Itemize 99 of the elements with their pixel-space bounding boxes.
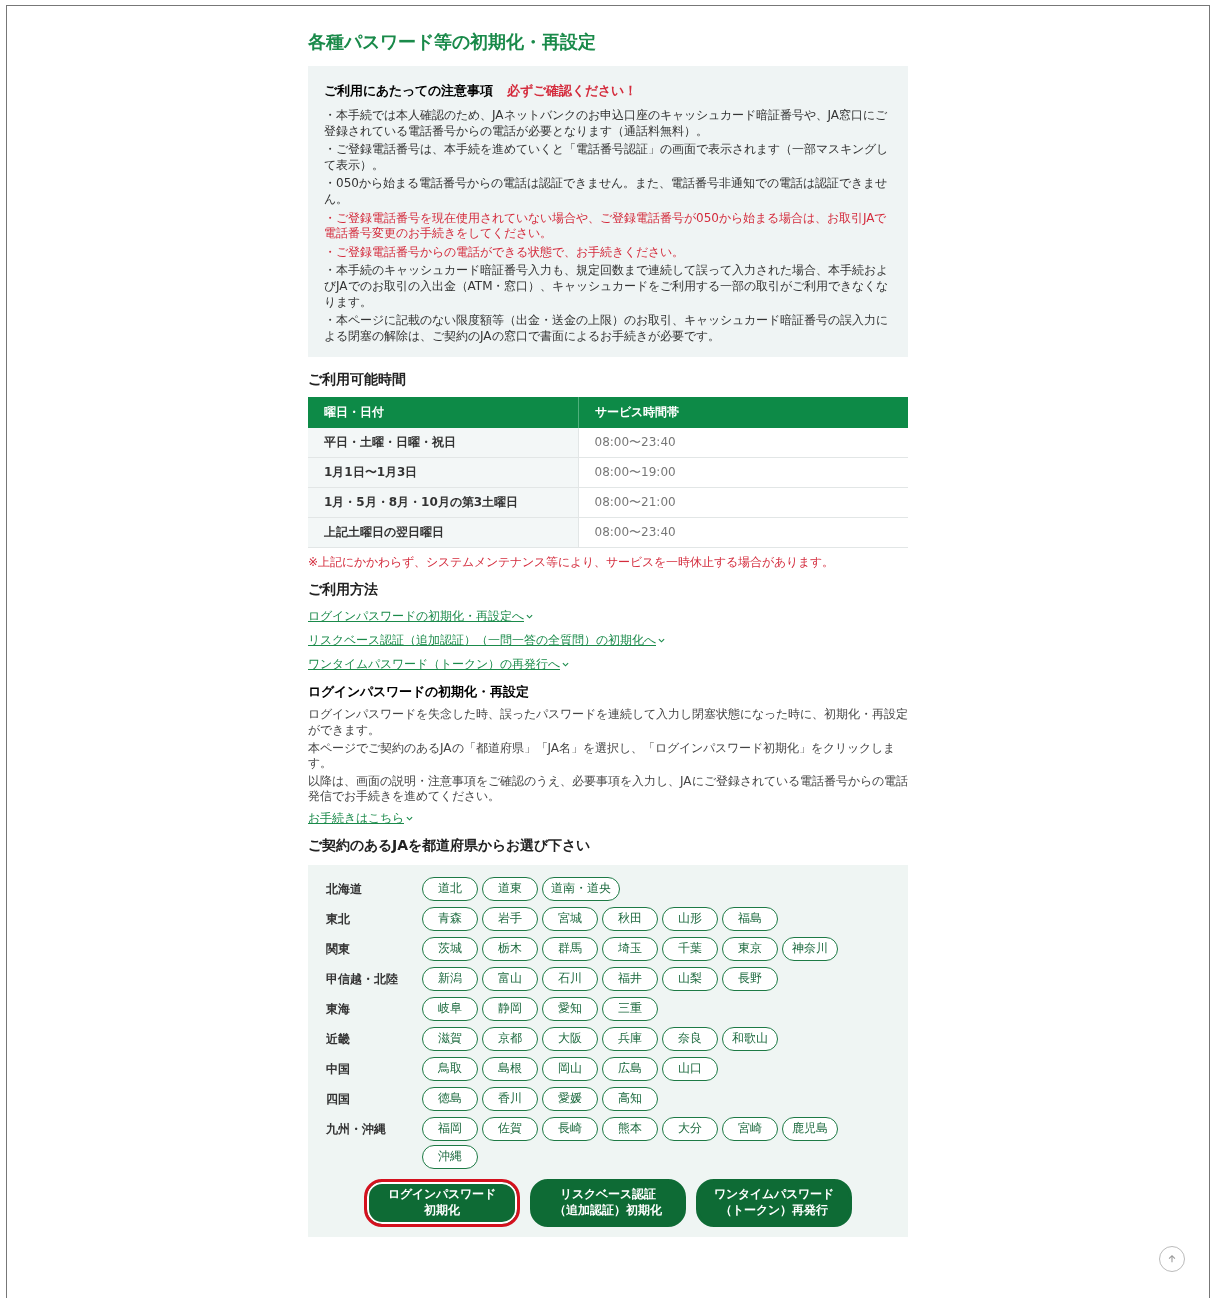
prefecture-button[interactable]: 島根 (482, 1056, 538, 1081)
table-cell: 1月・5月・8月・10月の第3土曜日 (308, 487, 578, 518)
notice-item: ・本手続では本人確認のため、JAネットバンクのお申込口座のキャッシュカード暗証番号や、JA窓口にご登録されている電話番号からの電話が必要となります（通話料無料）。 (324, 108, 889, 140)
prefecture-button[interactable]: 大分 (662, 1116, 718, 1141)
chevron-down-icon (526, 613, 533, 621)
prefecture-button[interactable]: 三重 (602, 996, 658, 1021)
notice-item: ・本ページに記載のない限度額等（出金・送金の上限）のお取引、キャッシュカード暗証番号の誤入力による閉塞の解除は、ご契約のJAの窓口で書面によるお手続きが必要です。 (324, 313, 889, 345)
arrow-up-icon (1167, 1254, 1177, 1264)
region-label: 東海 (326, 1000, 351, 1018)
prefecture-button[interactable]: 千葉 (662, 936, 718, 961)
page-title: 各種パスワード等の初期化・再設定 (308, 30, 597, 54)
region-label: 東北 (326, 910, 351, 928)
scroll-top-button[interactable] (1159, 1246, 1185, 1272)
prefecture-button[interactable]: 神奈川 (782, 936, 838, 961)
prefecture-button[interactable]: 兵庫 (602, 1026, 658, 1051)
chevron-down-icon (406, 814, 413, 822)
region-label: 近畿 (326, 1030, 351, 1048)
region-label: 四国 (326, 1090, 351, 1108)
action-button[interactable]: リスクベース認証 （追加認証）初期化 (530, 1178, 686, 1227)
prefecture-button[interactable]: 富山 (482, 966, 538, 991)
prefecture-button[interactable]: 茨城 (422, 936, 478, 961)
action-button[interactable]: ログインパスワード 初期化 (364, 1178, 520, 1227)
prefecture-button[interactable]: 長崎 (542, 1116, 598, 1141)
region-label: 関東 (326, 940, 351, 958)
prefecture-button[interactable]: 道東 (482, 876, 538, 901)
notice-item: ・ご登録電話番号は、本手続を進めていくと「電話番号認証」の画面で表示されます（一部マスキングして表示）。 (324, 142, 889, 174)
anchor-link[interactable]: ワンタイムパスワード（トークン）の再発行へ (308, 656, 569, 674)
prefecture-button[interactable]: 愛知 (542, 996, 598, 1021)
prefecture-button[interactable]: 埼玉 (602, 936, 658, 961)
prefecture-button[interactable]: 沖縄 (422, 1144, 478, 1169)
table-cell: 平日・土曜・日曜・祝日 (308, 428, 578, 458)
prefecture-button[interactable]: 東京 (722, 936, 778, 961)
prefecture-button[interactable]: 岡山 (542, 1056, 598, 1081)
notice-item: ・ご登録電話番号からの電話ができる状態で、お手続きください。 (324, 244, 685, 261)
prefecture-button[interactable]: 福島 (722, 906, 778, 931)
anchor-link[interactable]: リスクベース認証（追加認証）（一問一答の全質問）の初期化へ (308, 632, 665, 650)
prefecture-button[interactable]: 和歌山 (722, 1026, 778, 1051)
prefecture-button[interactable]: 栃木 (482, 936, 538, 961)
prefecture-button[interactable]: 宮崎 (722, 1116, 778, 1141)
prefecture-button[interactable]: 長野 (722, 966, 778, 991)
table-cell: 1月1日〜1月3日 (308, 457, 578, 488)
notice-emphasis: 必ずご確認ください！ (507, 82, 637, 100)
table-cell: 08:00〜23:40 (578, 517, 908, 548)
prefecture-button[interactable]: 道南・道央 (542, 876, 620, 901)
prefecture-button[interactable]: 道北 (422, 876, 478, 901)
action-button[interactable]: ワンタイムパスワード （トークン）再発行 (696, 1178, 852, 1227)
prefecture-button[interactable]: 山形 (662, 906, 718, 931)
section-heading: ご利用可能時間 (308, 371, 407, 390)
chevron-down-icon (562, 661, 569, 669)
prefecture-button[interactable]: 岩手 (482, 906, 538, 931)
notice-item: ・050から始まる電話番号からの電話は認証できません。また、電話番号非通知での電話は認証できません。 (324, 176, 888, 208)
region-label: 中国 (326, 1060, 351, 1078)
table-cell: 08:00〜21:00 (578, 487, 908, 518)
footnote: ※上記にかかわらず、システムメンテナンス等により、サービスを一時休止する場合があります。 (308, 554, 836, 572)
prefecture-button[interactable]: 群馬 (542, 936, 598, 961)
region-label: 九州・沖縄 (326, 1120, 387, 1138)
section-heading: ご契約のあるJAを都道府県からお選び下さい (308, 836, 592, 855)
prefecture-button[interactable]: 静岡 (482, 996, 538, 1021)
notice-item: ・本手続のキャッシュカード暗証番号入力も、規定回数まで連続して誤って入力された場合、本手続およびJAでのお取引の入出金（ATM・窓口）、キャッシュカードをご利用する一部の取引がご利用できなくなります。 (324, 263, 890, 311)
region-label: 北海道 (326, 880, 363, 898)
paragraph: ログインパスワードを失念した時、誤ったパスワードを連続して入力し閉塞状態になった時に、初期化・再設定ができます。 (308, 707, 908, 739)
prefecture-button[interactable]: 鹿児島 (782, 1116, 838, 1141)
column-header: 曜日・日付 (308, 397, 578, 429)
procedure-link[interactable]: お手続きはこちら (308, 809, 413, 827)
prefecture-button[interactable]: 京都 (482, 1026, 538, 1051)
prefecture-button[interactable]: 佐賀 (482, 1116, 538, 1141)
column-header: サービス時間帯 (578, 397, 908, 429)
subsection-heading: ログインパスワードの初期化・再設定 (308, 683, 530, 702)
prefecture-button[interactable]: 岐阜 (422, 996, 478, 1021)
anchor-link[interactable]: ログインパスワードの初期化・再設定へ (308, 608, 533, 626)
prefecture-button[interactable]: 新潟 (422, 966, 478, 991)
prefecture-button[interactable]: 山口 (662, 1056, 718, 1081)
paragraph: 本ページでご契約のあるJAの「都道府県」「JA名」を選択し、「ログインパスワード初期化」をクリックします。 (308, 740, 897, 772)
prefecture-button[interactable]: 徳島 (422, 1086, 478, 1111)
prefecture-button[interactable]: 大阪 (542, 1026, 598, 1051)
prefecture-button[interactable]: 福井 (602, 966, 658, 991)
chevron-down-icon (658, 637, 665, 645)
prefecture-button[interactable]: 香川 (482, 1086, 538, 1111)
notice-heading: ご利用にあたっての注意事項 (324, 82, 493, 100)
prefecture-button[interactable]: 愛媛 (542, 1086, 598, 1111)
prefecture-button[interactable]: 石川 (542, 966, 598, 991)
prefecture-button[interactable]: 高知 (602, 1086, 658, 1111)
prefecture-button[interactable]: 秋田 (602, 906, 658, 931)
section-heading: ご利用方法 (308, 581, 379, 600)
table-cell: 08:00〜23:40 (578, 428, 908, 458)
prefecture-button[interactable]: 奈良 (662, 1026, 718, 1051)
prefecture-button[interactable]: 青森 (422, 906, 478, 931)
table-cell: 上記土曜日の翌日曜日 (308, 517, 578, 548)
paragraph: 以降は、画面の説明・注意事項をご確認のうえ、必要事項を入力し、JAにご登録されている電話番号からの電話発信でお手続きを進めてください。 (308, 773, 908, 805)
region-label: 甲信越・北陸 (326, 970, 399, 988)
prefecture-button[interactable]: 山梨 (662, 966, 718, 991)
prefecture-button[interactable]: 広島 (602, 1056, 658, 1081)
prefecture-button[interactable]: 宮城 (542, 906, 598, 931)
prefecture-button[interactable]: 福岡 (422, 1116, 478, 1141)
table-cell: 08:00〜19:00 (578, 457, 908, 488)
prefecture-button[interactable]: 滋賀 (422, 1026, 478, 1051)
notice-item: ・ご登録電話番号を現在使用されていない場合や、ご登録電話番号が050から始まる場合は、お取引JAで電話番号変更のお手続きをしてください。 (324, 210, 888, 242)
prefecture-button[interactable]: 熊本 (602, 1116, 658, 1141)
prefecture-button[interactable]: 鳥取 (422, 1056, 478, 1081)
